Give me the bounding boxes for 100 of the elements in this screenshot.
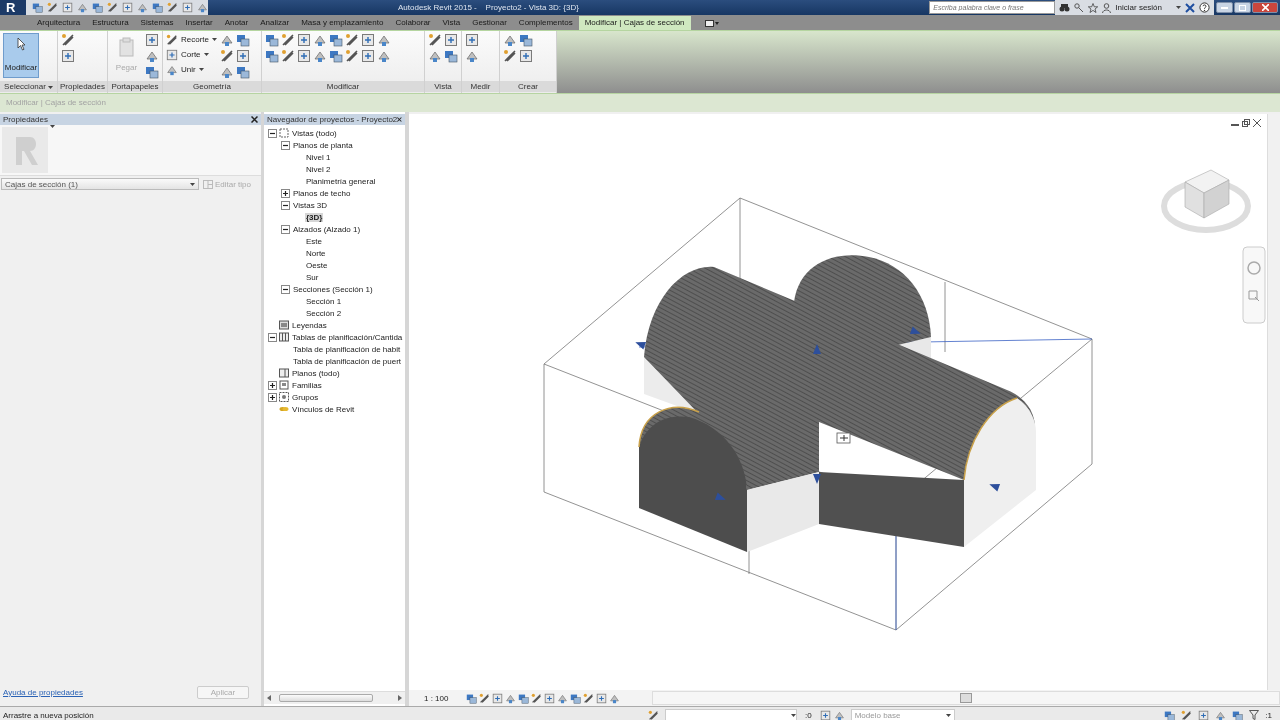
restore-icon[interactable] [1242,119,1250,127]
drag-handle-icon[interactable] [989,483,1001,492]
tool-icon[interactable] [377,49,391,63]
tool-icon[interactable] [220,49,234,63]
minimize-button[interactable] [1216,2,1233,13]
tool-icon[interactable] [570,692,581,704]
tool-icon[interactable] [265,49,279,63]
tool-icon[interactable] [1181,709,1193,720]
tool-icon[interactable] [519,33,533,47]
tool-icon[interactable] [428,33,442,47]
panel-toggle-icon[interactable] [704,20,719,27]
tree-item[interactable]: Sección 2 [305,308,343,318]
drag-handle-icon[interactable] [813,474,821,484]
user-icon[interactable] [1102,2,1112,13]
tool-icon[interactable] [92,2,103,13]
ribbon-tab[interactable]: Modificar | Cajas de sección [578,16,691,30]
tree-item[interactable]: Nivel 2 [305,164,332,174]
tool-icon[interactable] [361,33,375,47]
tool-icon[interactable] [297,49,311,63]
tool-icon[interactable] [465,49,479,63]
tool-icon[interactable] [583,692,594,704]
tree-item[interactable]: Alzados (Alzado 1) [292,224,362,234]
tool-icon[interactable] [505,692,516,704]
tool-icon[interactable] [479,692,490,704]
tree-item[interactable]: Tablas de planificación/Cantida [291,332,404,342]
tool-icon[interactable] [166,33,178,46]
tool-icon[interactable] [166,63,178,76]
tool-icon[interactable] [428,49,442,63]
ribbon-tab[interactable]: Vista [436,16,467,30]
tool-icon[interactable] [32,2,43,13]
tool-icon[interactable] [236,33,250,47]
tree-item[interactable]: Planos de planta [292,140,354,150]
tool-icon[interactable] [519,49,533,63]
tool-icon[interactable] [444,49,458,63]
ribbon-button[interactable]: Corte [181,50,201,59]
filter-icon[interactable] [1249,710,1260,720]
close-icon[interactable] [1253,119,1261,127]
tree-item[interactable]: Vistas 3D [292,200,329,210]
ribbon-tab[interactable]: Insertar [179,16,219,30]
tool-icon[interactable] [345,49,359,63]
key-icon[interactable] [1074,2,1085,13]
drag-handle-icon[interactable] [909,326,921,335]
scroll-left-icon[interactable] [267,695,271,701]
close-icon[interactable] [397,116,402,123]
tool-icon[interactable] [609,692,620,704]
tool-icon[interactable] [648,709,659,720]
tree-item[interactable]: Planimetría general [305,176,377,186]
ribbon-tab[interactable]: Analizar [254,16,296,30]
tool-icon[interactable] [145,33,159,47]
tool-icon[interactable] [61,33,75,47]
tree-toggle-icon[interactable] [267,332,277,342]
tool-icon[interactable] [236,65,250,79]
tool-icon[interactable] [220,65,234,79]
tree-toggle-icon[interactable] [267,128,277,138]
tree-toggle-icon[interactable] [280,188,290,198]
scroll-right-icon[interactable] [398,695,402,701]
tree-toggle-icon[interactable] [280,140,290,150]
tree-item[interactable]: Vistas (todo) [291,128,338,138]
tree-toggle-icon[interactable] [280,284,290,294]
close-button[interactable] [1252,2,1278,13]
tool-icon[interactable] [145,65,159,79]
ribbon-tab[interactable]: Gestionar [466,16,513,30]
sign-in-link[interactable]: Iniciar sesión [1115,3,1162,12]
tree-toggle-icon[interactable] [280,200,290,210]
tool-icon[interactable] [833,709,845,720]
tool-icon[interactable] [503,49,517,63]
tree-item[interactable]: Oeste [305,260,329,270]
tool-icon[interactable] [492,692,503,704]
tool-icon[interactable] [503,33,517,47]
tool-icon[interactable] [107,2,118,13]
tool-icon[interactable] [361,49,375,63]
application-button[interactable]: R [0,0,26,15]
restore-button[interactable] [1234,2,1251,13]
ribbon-tab[interactable]: Anotar [218,16,255,30]
tool-icon[interactable] [220,33,234,47]
tree-item[interactable]: Secciones (Sección 1) [292,284,374,294]
tool-icon[interactable] [62,2,73,13]
drag-handle-icon[interactable] [714,492,726,501]
tree-item[interactable]: Grupos [291,392,320,402]
tree-item[interactable]: Norte [305,248,327,258]
view-scale[interactable]: 1 : 100 [409,693,466,703]
tool-icon[interactable] [167,2,178,13]
tool-icon[interactable] [466,692,477,704]
tree-item[interactable]: Nivel 1 [305,152,332,162]
tree-item[interactable]: Este [305,236,323,246]
tool-icon[interactable] [557,692,568,704]
tool-icon[interactable] [1232,709,1244,720]
close-icon[interactable] [251,116,258,123]
type-selector[interactable]: Cajas de sección (1) [1,178,199,190]
ribbon-button[interactable]: Unir [181,65,196,74]
ribbon-tab[interactable]: Estructura [86,16,135,30]
ribbon-button[interactable]: Recorte [181,35,209,44]
help-link[interactable]: Ayuda de propiedades [3,687,83,697]
ribbon-tab[interactable]: Colaborar [389,16,437,30]
tree-item[interactable]: Leyendas [291,320,328,330]
vault-model-drawing[interactable] [638,255,1036,552]
tool-icon[interactable] [329,33,343,47]
tree-item[interactable]: Tabla de planificación de puert [292,356,403,366]
tool-icon[interactable] [518,692,529,704]
tool-icon[interactable] [47,2,58,13]
